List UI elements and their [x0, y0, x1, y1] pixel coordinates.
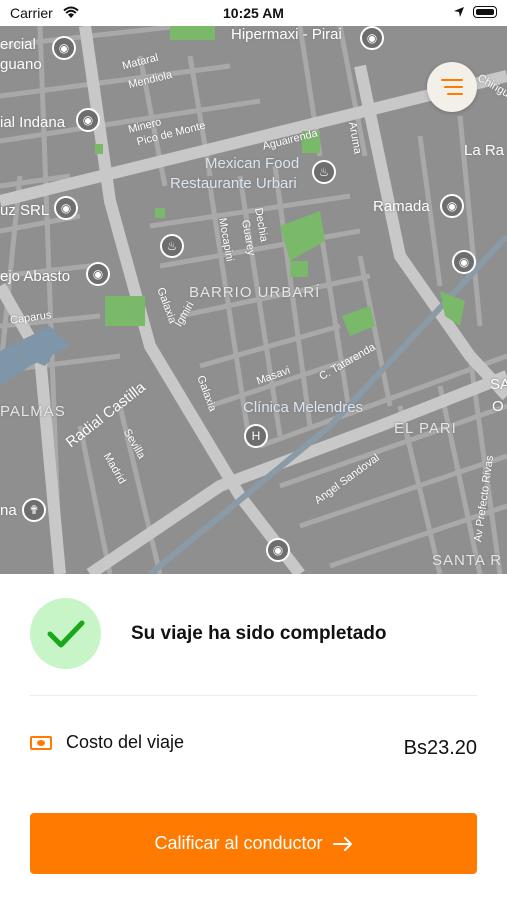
- restaurant-icon[interactable]: ♨: [160, 234, 184, 258]
- clock-time: 10:25 AM: [223, 5, 284, 21]
- map-label-ejo-abasto: ejo Abasto: [0, 268, 71, 285]
- cemetery-icon[interactable]: ✟: [22, 498, 46, 522]
- success-badge: [30, 598, 101, 669]
- restaurant-icon[interactable]: ♨: [312, 160, 336, 184]
- hospital-icon[interactable]: H: [244, 424, 268, 448]
- shopping-cart-icon[interactable]: ◉: [452, 250, 476, 274]
- cash-icon: [30, 736, 52, 750]
- menu-lines-icon: [441, 79, 463, 81]
- shopping-cart-icon[interactable]: ◉: [86, 262, 110, 286]
- map-label-guano: guano: [0, 56, 42, 73]
- rate-driver-button[interactable]: Calificar al conductor: [30, 813, 477, 874]
- trip-cost-value: Bs23.20: [403, 737, 477, 759]
- trip-completed-title: Su viaje ha sido completado: [131, 623, 387, 644]
- map-label-barrio-urbari: BARRIO URBARÍ: [189, 284, 321, 301]
- map-view[interactable]: Hipermaxi - Pirai ercial guano Mataral M…: [0, 26, 507, 574]
- map-label-comercial: ercial: [0, 36, 36, 53]
- trip-summary-sheet: Su viaje ha sido completado Costo del vi…: [0, 574, 507, 900]
- map-label-la-ra: La Ra: [464, 142, 505, 159]
- location-arrow-icon: [453, 5, 465, 21]
- map-label-sa: SA: [490, 376, 507, 393]
- map-label-na: na: [0, 502, 17, 519]
- divider: [30, 695, 477, 696]
- checkmark-icon: [47, 620, 85, 648]
- menu-button[interactable]: [427, 62, 477, 112]
- map-label-o: O: [492, 398, 504, 415]
- menu-line: [444, 86, 463, 88]
- menu-line: [447, 93, 463, 95]
- map-label-clinica-melendres: Clínica Melendres: [243, 399, 364, 416]
- map-label-santa-r: SANTA R: [432, 552, 503, 569]
- map-label-hipermaxi: Hipermaxi - Pirai: [231, 26, 342, 43]
- shopping-bag-icon[interactable]: ◉: [266, 538, 290, 562]
- shopping-bag-icon[interactable]: ◉: [440, 194, 464, 218]
- battery-icon: [473, 6, 497, 18]
- map-label-el-pari: EL PARI: [394, 420, 457, 437]
- shopping-cart-icon[interactable]: ◉: [54, 196, 78, 220]
- map-label-indana: ial Indana: [0, 114, 66, 131]
- map-label-ramada: Ramada: [373, 198, 430, 215]
- shopping-cart-icon[interactable]: ◉: [360, 26, 384, 50]
- shopping-bag-icon[interactable]: ◉: [76, 108, 100, 132]
- map-label-restaurante-urbari: Restaurante Urbari: [170, 175, 297, 192]
- map-label-uz-srl: uz SRL: [0, 202, 50, 219]
- trip-cost-label: Costo del viaje: [66, 732, 185, 752]
- shopping-bag-icon[interactable]: ◉: [52, 36, 76, 60]
- map-label-palmas: PALMAS: [0, 403, 66, 420]
- status-bar: Carrier 10:25 AM: [0, 0, 507, 26]
- arrow-right-icon: [332, 836, 352, 851]
- map-label-mexican-food: Mexican Food: [205, 155, 300, 172]
- rate-driver-label: Calificar al conductor: [154, 833, 323, 853]
